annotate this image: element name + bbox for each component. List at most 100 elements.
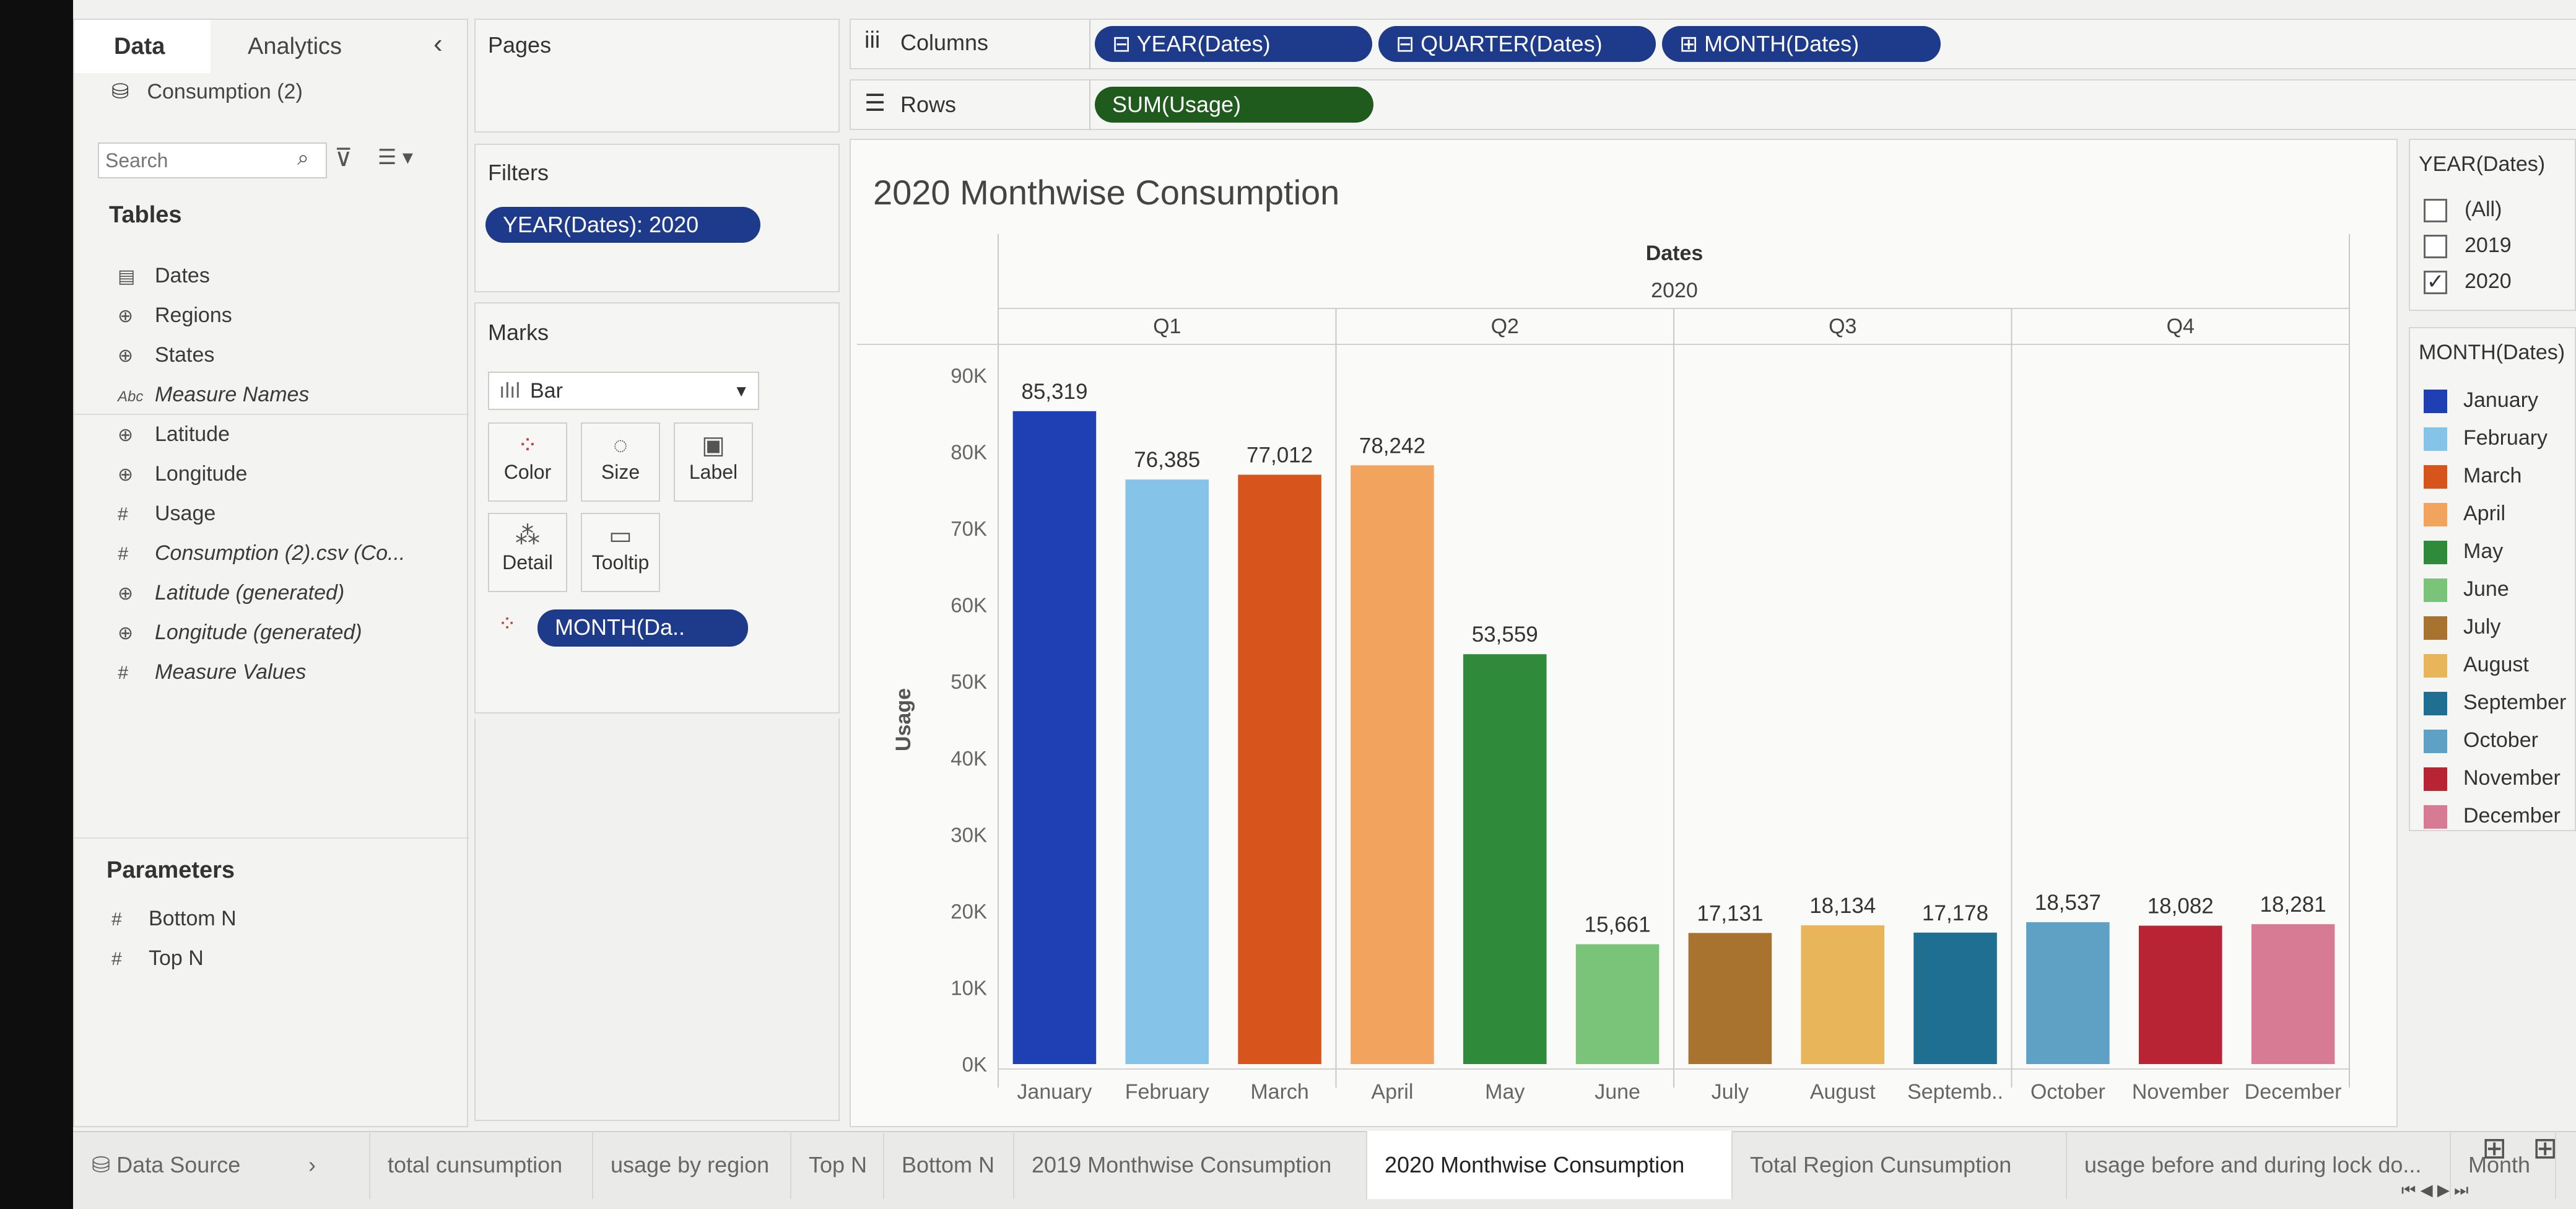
legend-item[interactable]: August xyxy=(2424,647,2529,682)
legend-item[interactable]: November xyxy=(2424,761,2561,795)
mark-color-button[interactable]: ⁘ Color xyxy=(488,422,567,502)
sheet-tab[interactable]: Bottom N xyxy=(884,1131,1014,1199)
new-dashboard-icon[interactable]: ⊞ xyxy=(2533,1131,2557,1166)
rows-shelf[interactable]: ☰ Rows SUM(Usage) xyxy=(850,79,2576,130)
sheet-tab[interactable]: usage by region xyxy=(593,1131,791,1199)
sheet-tab[interactable]: 2020 Monthwise Consumption xyxy=(1367,1131,1733,1199)
x-tick-label: Septemb.. xyxy=(1907,1080,2003,1104)
x-tick-label: June xyxy=(1595,1080,1640,1104)
shelf-divider xyxy=(1089,81,1090,130)
bar xyxy=(2251,924,2335,1064)
checkbox-icon[interactable] xyxy=(2424,235,2447,259)
legend-item[interactable]: May xyxy=(2424,534,2503,569)
tab-analytics[interactable]: Analytics xyxy=(211,20,396,73)
collapse-pane-icon[interactable]: ‹ xyxy=(433,28,443,59)
field-item[interactable]: Abc Measure Names xyxy=(74,383,469,415)
year-filter-option[interactable]: (All) xyxy=(2424,192,2502,227)
legend-item[interactable]: December xyxy=(2424,798,2561,833)
parameter-item[interactable]: # Bottom N xyxy=(111,907,237,931)
tab-data[interactable]: Data xyxy=(74,20,211,73)
parameter-item[interactable]: # Top N xyxy=(111,946,204,971)
sheet-tab[interactable]: Top N xyxy=(791,1131,884,1199)
year-filter-option[interactable]: 2019 xyxy=(2424,228,2512,263)
mark-label-button[interactable]: ▣ Label xyxy=(674,422,753,502)
pages-shelf[interactable]: Pages xyxy=(474,19,840,133)
legend-item[interactable]: March xyxy=(2424,458,2522,493)
field-item[interactable]: ▤ Dates xyxy=(118,264,210,288)
field-item[interactable]: ⊕ Regions xyxy=(118,303,232,328)
column-header-dates: Dates xyxy=(1646,242,1704,265)
legend-item[interactable]: June xyxy=(2424,572,2509,606)
sheet-tab[interactable]: usage before and during lock do... xyxy=(2067,1131,2451,1199)
mark-detail-button[interactable]: ⁂ Detail xyxy=(488,513,567,592)
data-label: 18,082 xyxy=(2147,894,2214,919)
legend-label: February xyxy=(2463,426,2548,450)
filter-icon[interactable]: ⊽ xyxy=(334,144,352,172)
calendar-icon: ▤ xyxy=(118,266,136,287)
field-item[interactable]: ⊕ States xyxy=(118,343,214,367)
search-icon[interactable]: ⌕ xyxy=(297,146,309,170)
sheet-tab[interactable]: 2019 Monthwise Consumption xyxy=(1014,1131,1367,1199)
filters-shelf[interactable]: Filters YEAR(Dates): 2020 xyxy=(474,144,840,292)
field-label: Consumption (2).csv (Co... xyxy=(155,541,406,565)
chart-title: 2020 Monthwise Consumption xyxy=(873,173,1339,212)
field-item[interactable]: ⊕ Latitude xyxy=(118,422,230,447)
hash-icon: # xyxy=(118,663,128,683)
bar xyxy=(1688,933,1772,1064)
mark-type-dropdown[interactable]: ılıl Bar ▼ xyxy=(488,372,759,410)
mark-tooltip-button[interactable]: ▭ Tooltip xyxy=(581,513,660,592)
bar xyxy=(1463,654,1547,1064)
filters-label: Filters xyxy=(488,160,549,185)
columns-shelf[interactable]: iii Columns ⊟ YEAR(Dates) ⊟ QUARTER(Date… xyxy=(850,19,2576,69)
legend-item[interactable]: April xyxy=(2424,496,2505,531)
data-label: 76,385 xyxy=(1134,448,1200,472)
legend-item[interactable]: February xyxy=(2424,421,2548,455)
field-item[interactable]: # Consumption (2).csv (Co... xyxy=(118,541,405,565)
checkbox-checked-icon[interactable]: ✓ xyxy=(2424,271,2447,295)
year-filter-option[interactable]: ✓ 2020 xyxy=(2424,264,2512,299)
column-pill-month[interactable]: ⊞ MONTH(Dates) xyxy=(1662,26,1941,62)
column-pill-year[interactable]: ⊟ YEAR(Dates) xyxy=(1095,26,1372,62)
field-item[interactable]: ⊕ Longitude (generated) xyxy=(118,621,362,645)
field-label: Latitude (generated) xyxy=(155,581,345,604)
shelf-divider xyxy=(1089,20,1090,69)
bar xyxy=(1913,932,1997,1064)
bar xyxy=(1801,925,1885,1064)
rows-label: Rows xyxy=(900,92,957,117)
quarter-header: Q1 xyxy=(1153,315,1181,338)
sheet-tab[interactable]: total cunsumption xyxy=(370,1131,593,1199)
row-pill-sum-usage[interactable]: SUM(Usage) xyxy=(1095,87,1373,123)
tables-heading: Tables xyxy=(109,202,182,228)
legend-item[interactable]: July xyxy=(2424,609,2500,644)
field-item[interactable]: ⊕ Latitude (generated) xyxy=(118,581,344,605)
globe-icon: ⊕ xyxy=(118,306,134,326)
x-tick-label: November xyxy=(2132,1080,2229,1104)
column-header-year: 2020 xyxy=(1651,279,1698,302)
legend-item[interactable]: October xyxy=(2424,723,2538,757)
field-divider xyxy=(74,414,469,415)
mark-size-button[interactable]: ◌ Size xyxy=(581,422,660,502)
sheet-tab[interactable]: Total Region Cunsumption xyxy=(1733,1131,2067,1199)
datasource-item[interactable]: ⛁ Consumption (2) xyxy=(111,79,303,104)
field-search-input[interactable] xyxy=(98,142,327,178)
legend-item[interactable]: September xyxy=(2424,685,2566,720)
data-label: 18,281 xyxy=(2260,893,2326,917)
field-item[interactable]: # Usage xyxy=(118,502,215,526)
field-item[interactable]: # Measure Values xyxy=(118,660,306,684)
field-item[interactable]: ⊕ Longitude xyxy=(118,462,247,486)
view-options-icon[interactable]: ☰ ▾ xyxy=(378,145,413,170)
new-sheet-icon[interactable]: ⊞ xyxy=(2482,1131,2507,1166)
legend-swatch xyxy=(2424,616,2447,640)
legend-label: January xyxy=(2463,388,2538,412)
mark-pill-month[interactable]: MONTH(Da.. xyxy=(537,609,748,647)
sheet-navigation-icon[interactable]: ⏮ ◀ ▶ ⏭ xyxy=(2401,1181,2468,1200)
data-source-tab[interactable]: ⛁ Data Source › xyxy=(73,1131,370,1199)
x-tick-label: April xyxy=(1371,1080,1413,1104)
sheet-tab-label: 2020 Monthwise Consumption xyxy=(1385,1152,1685,1177)
column-pill-quarter[interactable]: ⊟ QUARTER(Dates) xyxy=(1378,26,1656,62)
year-option-label: (All) xyxy=(2465,198,2502,221)
legend-item[interactable]: January xyxy=(2424,383,2538,417)
y-tick-label: 40K xyxy=(951,747,987,770)
filter-pill-year[interactable]: YEAR(Dates): 2020 xyxy=(485,207,760,243)
checkbox-icon[interactable] xyxy=(2424,199,2447,223)
